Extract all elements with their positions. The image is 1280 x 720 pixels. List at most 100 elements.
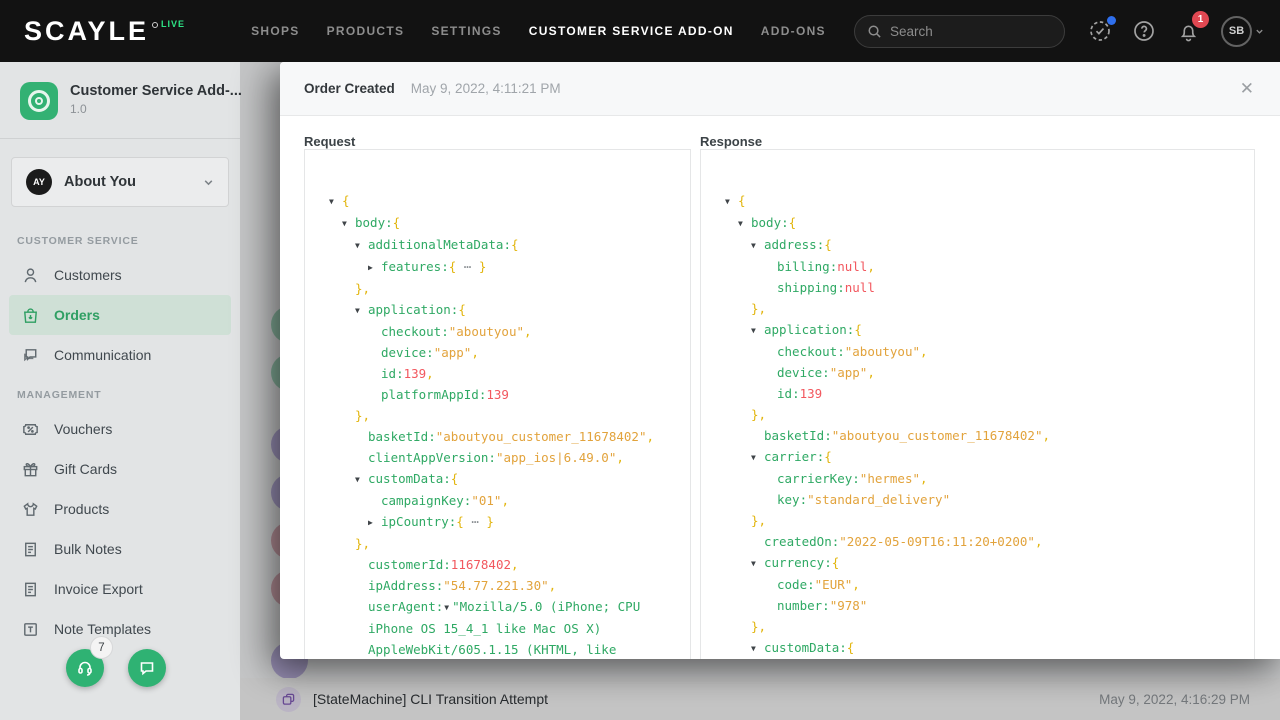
json-token: customData <box>368 471 443 486</box>
json-token: { <box>342 193 350 208</box>
feedback-button[interactable] <box>128 649 166 687</box>
json-token: { <box>393 215 401 230</box>
logo[interactable]: SCAYLE LIVE <box>24 16 185 46</box>
sidebar-item-products[interactable]: Products <box>9 489 231 529</box>
search-input[interactable] <box>890 24 1040 39</box>
collapse-arrow-icon[interactable]: ▼ <box>738 213 751 234</box>
sidebar-item-label: Note Templates <box>54 621 151 637</box>
chat-bubbles-icon <box>21 346 40 365</box>
nav-link-products[interactable]: PRODUCTS <box>327 24 405 38</box>
json-token: basketId <box>764 428 824 443</box>
json-token: additionalMetaData <box>368 237 503 252</box>
collapse-arrow-icon[interactable]: ▼ <box>751 320 764 341</box>
json-token: "standard_delivery" <box>807 492 950 507</box>
avatar: SB <box>1221 16 1252 47</box>
collapse-arrow-icon[interactable]: ▼ <box>329 191 342 212</box>
headset-icon <box>75 658 95 678</box>
app-title: Customer Service Add-... <box>70 82 242 100</box>
json-token: , <box>852 577 860 592</box>
json-line: id:139 <box>725 383 1244 404</box>
json-token: : <box>385 215 393 230</box>
shop-selector[interactable]: AY About You <box>11 157 229 207</box>
sidebar-item-orders[interactable]: Orders <box>9 295 231 335</box>
sidebar-item-gift-cards[interactable]: Gift Cards <box>9 449 231 489</box>
collapse-arrow-icon[interactable]: ▼ <box>751 235 764 256</box>
json-token: } <box>479 259 487 274</box>
sidebar-item-note-templates[interactable]: Note Templates <box>9 609 231 649</box>
json-line: ▶features:{ ⋯ } <box>329 256 680 278</box>
json-token: "aboutyou_customer_11678402" <box>832 428 1043 443</box>
nav-link-customer-service-add-on[interactable]: CUSTOMER SERVICE ADD-ON <box>529 24 734 38</box>
json-token: basketId <box>368 429 428 444</box>
json-line: ▼body:{ <box>725 212 1244 234</box>
json-token: features <box>381 259 441 274</box>
close-icon[interactable]: ✕ <box>1240 80 1254 97</box>
collapse-arrow-icon[interactable]: ▼ <box>751 447 764 468</box>
search-icon <box>867 24 882 39</box>
json-line: platformAppId:139 <box>329 384 680 405</box>
user-menu[interactable]: SB <box>1221 16 1264 47</box>
json-token: , <box>549 578 557 593</box>
json-line: }, <box>725 616 1244 637</box>
support-buttons: 7 <box>66 649 166 687</box>
sidebar-item-label: Vouchers <box>54 421 112 437</box>
sidebar-item-communication[interactable]: Communication <box>9 335 231 375</box>
notifications-button[interactable]: 1 <box>1175 18 1201 44</box>
sidebar-item-label: Customers <box>54 267 122 283</box>
chat-bubble-icon <box>137 658 157 678</box>
json-token: key <box>777 492 800 507</box>
json-line: basketId:"aboutyou_customer_11678402", <box>329 426 680 447</box>
request-panel-label: Request <box>304 134 691 149</box>
json-line: }, <box>329 405 680 426</box>
brand-name: SCAYLE <box>24 16 149 46</box>
json-line: ▼customData:{ <box>329 468 680 490</box>
collapse-arrow-icon[interactable]: ▼ <box>444 603 449 612</box>
json-token: number <box>777 598 822 613</box>
shopping-bag-icon <box>21 306 40 325</box>
json-token: }, <box>355 281 370 296</box>
json-line: createdOn:"2022-05-09T16:11:20+0200", <box>725 531 1244 552</box>
nav-link-settings[interactable]: SETTINGS <box>431 24 501 38</box>
sidebar-item-label: Gift Cards <box>54 461 117 477</box>
expand-arrow-icon[interactable]: ▶ <box>368 512 381 533</box>
json-line: device:"app", <box>725 362 1244 383</box>
json-token: ⋯ <box>456 259 479 274</box>
collapse-arrow-icon[interactable]: ▼ <box>751 553 764 574</box>
search-box[interactable] <box>854 15 1065 48</box>
nav-link-add-ons[interactable]: ADD-ONS <box>761 24 826 38</box>
sidebar-item-invoice-export[interactable]: Invoice Export <box>9 569 231 609</box>
collapse-arrow-icon[interactable]: ▼ <box>751 638 764 659</box>
collapse-arrow-icon[interactable]: ▼ <box>355 469 368 490</box>
collapse-arrow-icon[interactable]: ▼ <box>355 300 368 321</box>
json-token: createdOn <box>764 534 832 549</box>
sidebar-item-bulk-notes[interactable]: Bulk Notes <box>9 529 231 569</box>
expand-arrow-icon[interactable]: ▶ <box>368 257 381 278</box>
json-token: : <box>781 215 789 230</box>
json-token: 139 <box>486 387 509 402</box>
nav-icon-group: 1 SB <box>1087 16 1264 47</box>
json-token: campaignKey <box>381 493 464 508</box>
json-token: iPhone OS 15_4_1 like Mac OS X) <box>368 621 601 636</box>
json-token: id <box>381 366 396 381</box>
support-button[interactable]: 7 <box>66 649 104 687</box>
collapse-arrow-icon[interactable]: ▼ <box>342 213 355 234</box>
app-version: 1.0 <box>70 102 242 116</box>
json-token: { <box>854 322 862 337</box>
sidebar-item-label: Invoice Export <box>54 581 143 597</box>
json-token: : <box>824 428 832 443</box>
json-token: }, <box>355 408 370 423</box>
json-token: platformAppId <box>381 387 479 402</box>
nav-link-shops[interactable]: SHOPS <box>251 24 300 38</box>
gift-icon <box>21 460 40 479</box>
json-token: carrierKey <box>777 471 852 486</box>
json-line: customerId:11678402, <box>329 554 680 575</box>
sidebar-item-customers[interactable]: Customers <box>9 255 231 295</box>
help-button[interactable] <box>1131 18 1157 44</box>
collapse-arrow-icon[interactable]: ▼ <box>355 235 368 256</box>
tshirt-icon <box>21 500 40 519</box>
sidebar-item-vouchers[interactable]: Vouchers <box>9 409 231 449</box>
json-token: : <box>428 429 436 444</box>
tasks-button[interactable] <box>1087 18 1113 44</box>
json-token: ipAddress <box>368 578 436 593</box>
collapse-arrow-icon[interactable]: ▼ <box>725 191 738 212</box>
